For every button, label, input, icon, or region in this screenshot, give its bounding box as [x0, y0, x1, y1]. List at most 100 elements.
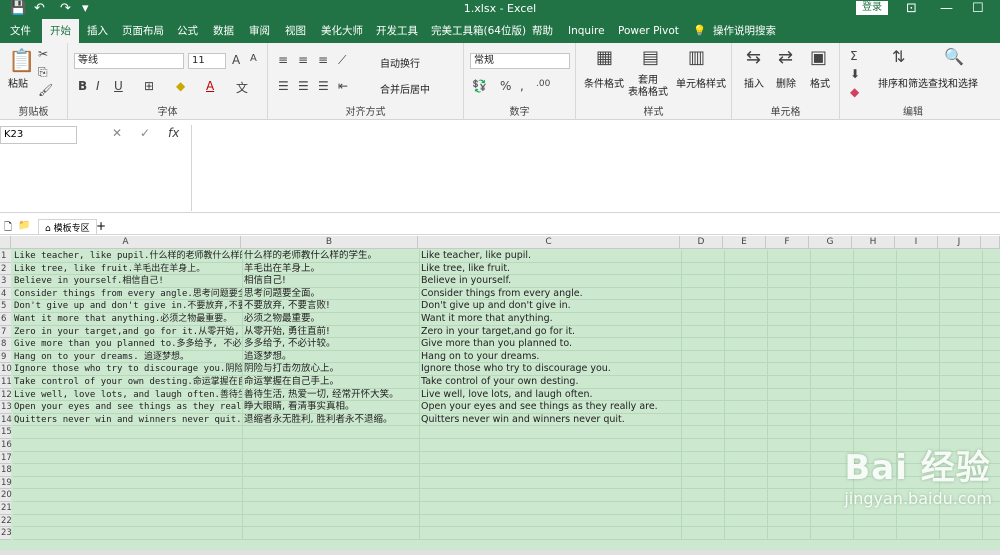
- cell[interactable]: [811, 338, 854, 351]
- row-header[interactable]: 5: [0, 300, 11, 313]
- login-button[interactable]: 登录: [856, 1, 888, 15]
- cell[interactable]: [420, 489, 682, 502]
- select-all-corner[interactable]: [0, 236, 11, 249]
- cell[interactable]: [897, 350, 940, 364]
- cell[interactable]: [940, 313, 983, 326]
- tab-review[interactable]: 审阅: [249, 19, 270, 43]
- row-header[interactable]: 4: [0, 287, 11, 301]
- cell[interactable]: [725, 527, 768, 540]
- cell[interactable]: [682, 325, 725, 339]
- cell[interactable]: [725, 313, 768, 326]
- cell[interactable]: [983, 376, 1000, 389]
- cell[interactable]: [768, 527, 811, 540]
- cell[interactable]: [682, 350, 725, 364]
- cell[interactable]: [854, 426, 897, 439]
- cell[interactable]: [725, 350, 768, 364]
- cell[interactable]: Take control of your own desting.: [420, 376, 682, 389]
- cell[interactable]: [854, 250, 897, 263]
- tab-toolbox[interactable]: 完美工具箱(64位版): [431, 19, 526, 43]
- cell[interactable]: [682, 401, 725, 414]
- cell[interactable]: 什么样的老师教什么样的学生。: [243, 250, 420, 263]
- cell[interactable]: 不要放弃, 不要言败!: [243, 300, 420, 313]
- cell[interactable]: [725, 287, 768, 301]
- bold-button[interactable]: B: [78, 79, 87, 93]
- insert-function-button[interactable]: fx: [168, 126, 179, 140]
- row-header[interactable]: 8: [0, 338, 11, 351]
- cell[interactable]: [243, 426, 420, 439]
- cell[interactable]: [682, 527, 725, 540]
- cell[interactable]: Like teacher, like pupil.: [420, 250, 682, 263]
- cell[interactable]: [725, 300, 768, 313]
- row-header[interactable]: 21: [0, 502, 12, 515]
- row-header[interactable]: 17: [0, 451, 12, 465]
- cell[interactable]: [940, 350, 983, 364]
- cell[interactable]: [420, 464, 682, 477]
- cell[interactable]: [983, 363, 1000, 376]
- tab-file[interactable]: 文件: [10, 19, 31, 43]
- cell[interactable]: Believe in yourself.相信自己!: [13, 275, 243, 288]
- cell[interactable]: [854, 413, 897, 427]
- cell[interactable]: [940, 376, 983, 389]
- cell[interactable]: [983, 389, 1000, 402]
- cell[interactable]: Quitters never win and winners never qui…: [13, 413, 243, 427]
- minimize-icon[interactable]: —: [940, 1, 953, 16]
- cell[interactable]: [983, 414, 1000, 427]
- sort-filter-button[interactable]: 排序和筛选: [878, 75, 928, 90]
- cell[interactable]: [897, 338, 940, 351]
- cell[interactable]: Consider things from every angle.思考问题要全面: [13, 287, 243, 301]
- cell[interactable]: [682, 451, 725, 465]
- cell[interactable]: [854, 287, 897, 301]
- conditional-format-button[interactable]: 条件格式: [584, 75, 624, 90]
- cell[interactable]: [420, 451, 682, 465]
- row-header[interactable]: 13: [0, 401, 12, 414]
- cell[interactable]: [897, 413, 940, 427]
- cell[interactable]: [420, 476, 682, 490]
- cell[interactable]: [897, 401, 940, 414]
- cell[interactable]: [13, 502, 243, 515]
- cell[interactable]: [940, 388, 983, 402]
- cell[interactable]: [897, 426, 940, 439]
- align-right-icon[interactable]: ☰: [318, 79, 329, 93]
- cell[interactable]: [897, 527, 940, 540]
- cell[interactable]: [682, 250, 725, 263]
- cell[interactable]: [768, 476, 811, 490]
- cell[interactable]: [983, 326, 1000, 339]
- column-header[interactable]: D: [680, 236, 723, 249]
- row-header[interactable]: 3: [0, 275, 11, 288]
- delete-cells-button[interactable]: 删除: [776, 75, 796, 90]
- column-header[interactable]: I: [895, 236, 938, 249]
- cell[interactable]: [13, 464, 243, 477]
- cell[interactable]: [897, 363, 940, 376]
- format-cells-icon[interactable]: ▣: [810, 47, 827, 68]
- cell[interactable]: [768, 338, 811, 351]
- cell[interactable]: [725, 514, 768, 528]
- cell[interactable]: [983, 250, 1000, 263]
- cell[interactable]: [983, 338, 1000, 351]
- cell[interactable]: [768, 363, 811, 376]
- cell[interactable]: Zero in your target,and go for it.从零开始, …: [13, 325, 243, 339]
- cell[interactable]: [682, 300, 725, 313]
- cell[interactable]: [854, 313, 897, 326]
- find-select-icon[interactable]: 🔍: [944, 47, 964, 66]
- cell[interactable]: [940, 325, 983, 339]
- cell[interactable]: [983, 426, 1000, 439]
- cell[interactable]: [983, 401, 1000, 414]
- cell[interactable]: [725, 275, 768, 288]
- cell[interactable]: [940, 300, 983, 313]
- cell[interactable]: [420, 426, 682, 439]
- enter-icon[interactable]: ✓: [140, 126, 150, 140]
- cell[interactable]: [854, 401, 897, 414]
- cell[interactable]: [811, 401, 854, 414]
- cell[interactable]: 思考问题要全面。: [243, 287, 420, 301]
- conditional-format-icon[interactable]: ▦: [596, 47, 613, 68]
- number-format-select[interactable]: 常规: [470, 53, 570, 69]
- tab-home[interactable]: 开始: [42, 19, 79, 43]
- cell[interactable]: 睁大眼睛, 看清事实真相。: [243, 401, 420, 414]
- tab-beautify[interactable]: 美化大师: [321, 19, 363, 43]
- decimal-icon[interactable]: .00: [536, 79, 550, 89]
- cell[interactable]: [768, 451, 811, 465]
- insert-cells-button[interactable]: 插入: [744, 75, 764, 90]
- cell[interactable]: [811, 287, 854, 301]
- cell[interactable]: 命运掌握在自己手上。: [243, 376, 420, 389]
- cell[interactable]: [854, 262, 897, 276]
